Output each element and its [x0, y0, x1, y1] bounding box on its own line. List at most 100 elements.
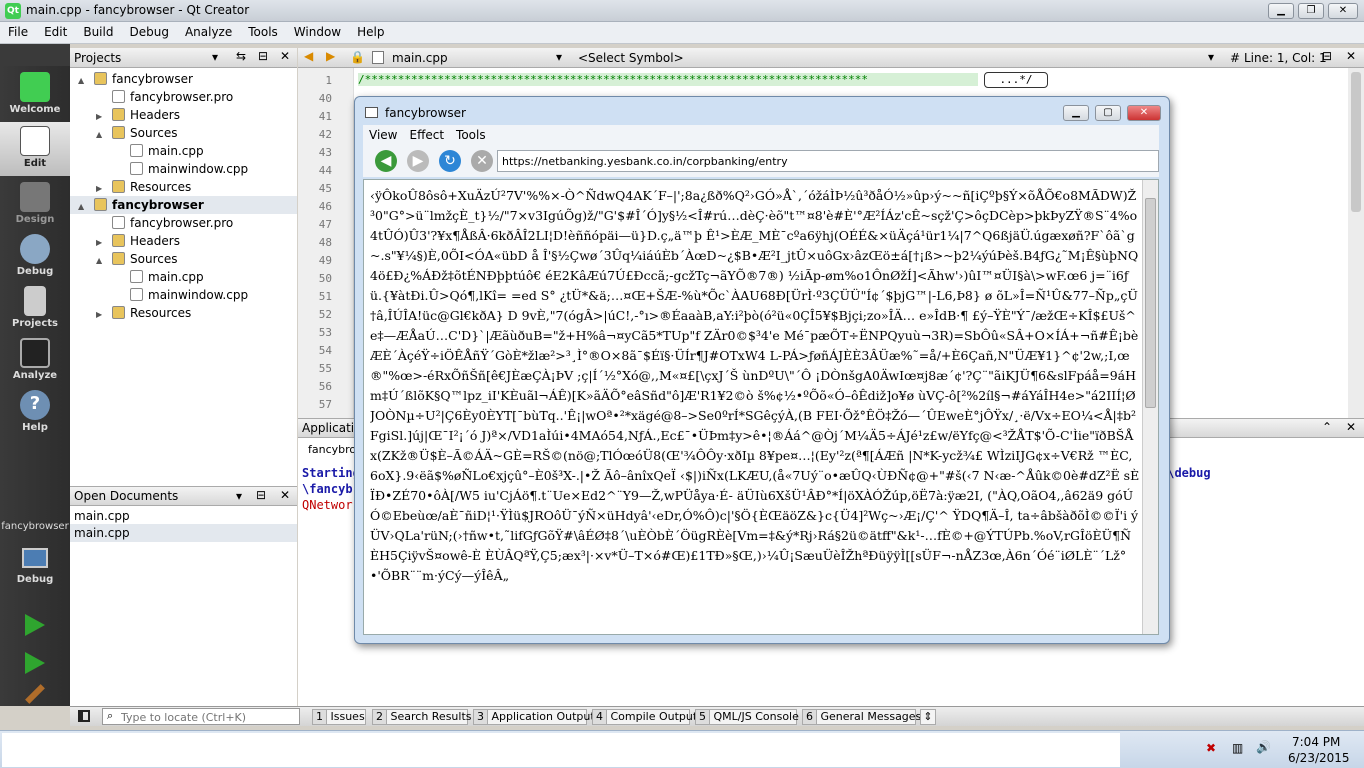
sync-icon[interactable]: ⇆ — [236, 49, 246, 63]
network-error-icon[interactable]: ✖ — [1206, 741, 1216, 755]
url-bar[interactable] — [497, 150, 1159, 172]
menu-window[interactable]: Window — [286, 22, 349, 39]
dropdown-icon[interactable]: ▾ — [236, 489, 242, 503]
expand-arrow-icon[interactable]: ▶ — [96, 306, 112, 324]
project-tree-item[interactable]: ▲ Sources — [70, 124, 297, 142]
project-tree-item[interactable]: main.cpp — [70, 268, 297, 286]
locator[interactable]: ⌕ — [102, 708, 300, 725]
project-tree-item[interactable]: ▲ fancybrowser — [70, 196, 297, 214]
hash-label: # — [1230, 51, 1241, 65]
project-tree-item[interactable]: main.cpp — [70, 142, 297, 160]
project-tree-item[interactable]: ▲ fancybrowser — [70, 70, 297, 88]
mode-edit[interactable]: Edit — [0, 122, 70, 176]
window-titlebar[interactable]: Qt main.cpp - fancybrowser - Qt Creator … — [0, 0, 1364, 22]
reload-icon[interactable]: ↻ — [439, 150, 461, 172]
collapse-icon[interactable]: ⌃ — [1322, 420, 1332, 434]
tree-item-label: main.cpp — [148, 270, 204, 284]
browser-close-button[interactable]: ✕ — [1127, 105, 1161, 121]
open-document-item[interactable]: main.cpp — [70, 507, 297, 525]
project-tree-item[interactable]: ▲ Sources — [70, 250, 297, 268]
output-tab-general-messages[interactable]: 6 General Messages — [802, 709, 921, 725]
back-arrow-icon[interactable]: ◀ — [304, 49, 313, 63]
output-tab-qml-console[interactable]: 5 QML/JS Console — [695, 709, 799, 725]
clock-time[interactable]: 7:04 PM — [1292, 735, 1340, 749]
file-combo-arrow-icon[interactable]: ▾ — [556, 50, 562, 64]
mode-welcome[interactable]: Welcome — [0, 68, 70, 120]
toggle-sidebar-icon[interactable] — [78, 710, 90, 722]
restore-button[interactable]: ❐ — [1298, 3, 1324, 19]
close-pane-icon[interactable]: ✕ — [280, 49, 290, 63]
output-tab-issues[interactable]: 1 Issues — [312, 709, 366, 725]
browser-minimize-button[interactable]: ▁ — [1063, 105, 1089, 121]
menu-debug[interactable]: Debug — [121, 22, 176, 39]
project-tree-item[interactable]: mainwindow.cpp — [70, 160, 297, 178]
output-tab-application-output[interactable]: 3 Application Output — [473, 709, 595, 725]
output-line-network: QNetwor — [302, 498, 353, 512]
project-tree-item[interactable]: fancybrowser.pro — [70, 88, 297, 106]
project-tree-item[interactable]: ▶ Headers — [70, 232, 297, 250]
browser-vertical-scrollbar[interactable] — [1142, 180, 1158, 634]
close-pane-icon[interactable]: ✕ — [1346, 420, 1356, 434]
browser-maximize-button[interactable]: ▢ — [1095, 105, 1121, 121]
forward-arrow-icon[interactable]: ▶ — [326, 49, 335, 63]
mode-debug[interactable]: Debug — [0, 230, 70, 282]
more-tabs-icon[interactable]: ⇕ — [920, 709, 936, 725]
run-icon[interactable] — [25, 614, 45, 636]
fancybrowser-window[interactable]: fancybrowser ▁ ▢ ✕ View Effect Tools ◀ ▶ ↻… — [354, 96, 1170, 644]
locator-input[interactable] — [121, 710, 297, 724]
close-button[interactable]: ✕ — [1328, 3, 1358, 19]
project-tree-item[interactable]: ▶ Resources — [70, 178, 297, 196]
menu-edit[interactable]: Edit — [36, 22, 75, 39]
output-tab-search-results[interactable]: 2 Search Results — [372, 709, 472, 725]
filter-icon[interactable]: ▾ — [212, 50, 218, 64]
editor-vertical-scrollbar[interactable] — [1348, 68, 1364, 418]
tree-item-label: Sources — [130, 252, 178, 266]
browser-menu-view[interactable]: View — [363, 125, 403, 145]
menu-tools[interactable]: Tools — [240, 22, 286, 39]
clock-date[interactable]: 6/23/2015 — [1288, 751, 1350, 765]
build-hammer-icon[interactable] — [25, 684, 45, 704]
menu-help[interactable]: Help — [349, 22, 392, 39]
open-document-item[interactable]: main.cpp — [70, 524, 297, 542]
project-tree-item[interactable]: mainwindow.cpp — [70, 286, 297, 304]
minimize-button[interactable]: ▁ — [1268, 3, 1294, 19]
line-number: 47 — [318, 218, 332, 231]
close-editor-icon[interactable]: ✕ — [1346, 49, 1356, 63]
debug-run-icon[interactable] — [25, 652, 45, 674]
volume-icon[interactable]: 🔊 — [1256, 740, 1271, 754]
output-tab-compile-output[interactable]: 4 Compile Output — [592, 709, 697, 725]
project-tree-item[interactable]: ▶ Headers — [70, 106, 297, 124]
run-target-project[interactable]: fancybrowser — [0, 521, 70, 532]
symbol-selector[interactable]: <Select Symbol> — [578, 51, 684, 65]
scrollbar-thumb[interactable] — [1145, 198, 1156, 408]
network-icon[interactable]: ▥ — [1232, 741, 1243, 755]
output-line-starting: Starting — [302, 466, 360, 480]
run-target-monitor-icon[interactable] — [22, 548, 48, 568]
split-icon[interactable]: ⊟ — [258, 49, 268, 63]
back-icon[interactable]: ◀ — [375, 150, 397, 172]
mode-bar-top — [0, 44, 70, 66]
stop-icon[interactable]: ✕ — [471, 150, 493, 172]
split-icon[interactable]: ⊟ — [256, 488, 266, 502]
menu-analyze[interactable]: Analyze — [177, 22, 240, 39]
project-tree-item[interactable]: fancybrowser.pro — [70, 214, 297, 232]
split-icon[interactable]: ⊟ — [1322, 49, 1332, 63]
scrollbar-thumb[interactable] — [1351, 72, 1361, 212]
browser-web-view[interactable]: ‹ÿÔkoÛ8ôsô+XuÄzÚ²7V'%%×-Ò^ÑdwQ4AK´F–|';8… — [363, 179, 1159, 635]
mode-help[interactable]: ? Help — [0, 386, 70, 438]
line-number: 49 — [318, 254, 332, 267]
mode-design[interactable]: Design — [0, 178, 70, 230]
browser-menu-effect[interactable]: Effect — [403, 125, 450, 145]
menu-build[interactable]: Build — [75, 22, 121, 39]
line-number: 50 — [318, 272, 332, 285]
forward-icon[interactable]: ▶ — [407, 150, 429, 172]
project-tree-item[interactable]: ▶ Resources — [70, 304, 297, 322]
file-tab[interactable]: main.cpp — [392, 51, 448, 65]
menu-file[interactable]: File — [0, 22, 36, 39]
folded-comment-marker[interactable]: ...*/ — [984, 72, 1048, 88]
close-pane-icon[interactable]: ✕ — [280, 488, 290, 502]
browser-menu-tools[interactable]: Tools — [450, 125, 492, 145]
mode-analyze[interactable]: Analyze — [0, 334, 70, 386]
symbol-combo-arrow-icon[interactable]: ▾ — [1208, 50, 1214, 64]
mode-projects[interactable]: Projects — [0, 282, 70, 334]
